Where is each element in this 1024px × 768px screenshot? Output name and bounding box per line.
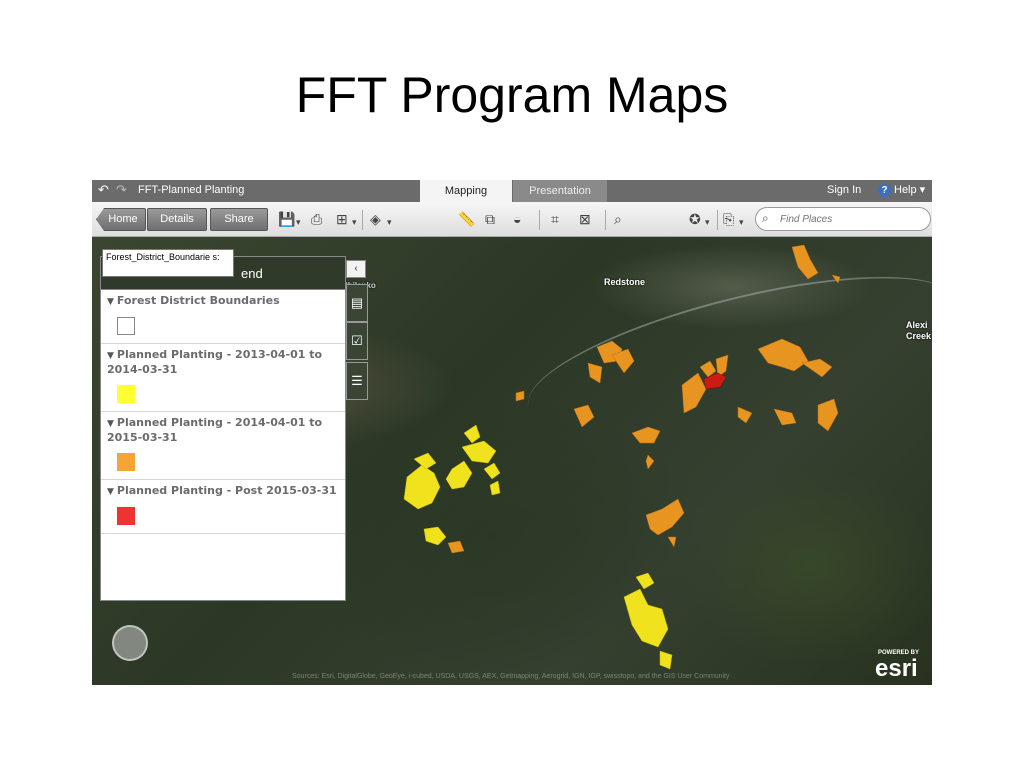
toolbar: Home Details Share 💾 ▾ ⎙ ⊞ ▾ ◈ ▾ 📏 ⧉ ◒ ⌗… (92, 202, 932, 237)
undo-icon[interactable]: ↶ (98, 182, 109, 198)
toolbar-divider (717, 210, 718, 230)
polygon-orange (773, 408, 797, 426)
speedometer-icon[interactable]: ◒ (513, 211, 521, 227)
tab-mapping[interactable]: Mapping (420, 180, 512, 202)
polygon-orange (573, 404, 595, 428)
add-layer-dropdown-icon[interactable]: ▾ (387, 214, 392, 230)
polygon-orange (515, 390, 525, 402)
legend-item-label: Planned Planting - 2013-04-01 to 2014-03… (107, 348, 323, 376)
help-label: Help (894, 184, 917, 196)
legend-swatch-boundaries (117, 317, 135, 335)
legend-item-label: Planned Planting - Post 2015-03-31 (116, 484, 337, 497)
polygon-yellow (483, 462, 501, 480)
polygon-yellow (461, 440, 497, 464)
polygon-orange (587, 362, 603, 384)
legend-section[interactable]: ▼ Planned Planting - 2013-04-01 to 2014-0… (101, 344, 345, 412)
polygon-orange (757, 338, 809, 372)
details-button[interactable]: Details (147, 208, 207, 231)
bookmark-dropdown-icon[interactable]: ▾ (739, 214, 744, 230)
toolbar-divider (539, 210, 540, 230)
legend-title: end (241, 266, 263, 281)
polygon-yellow (623, 588, 669, 648)
legend-swatch-2014 (117, 453, 135, 471)
save-dropdown-icon[interactable]: ▾ (296, 214, 301, 230)
polygon-yellow (489, 480, 501, 496)
polygon-orange (699, 360, 717, 378)
help-icon: ? (878, 184, 891, 197)
select-features-icon[interactable]: ⌗ (551, 211, 559, 227)
title-bar: ↶ ↷ FFT-Planned Planting Mapping Present… (92, 180, 932, 202)
legend-section[interactable]: ▼ Planned Planting - 2014-04-01 to 2015-0… (101, 412, 345, 480)
polygon-yellow (413, 452, 437, 470)
share-button[interactable]: Share (210, 208, 268, 231)
sign-in-link[interactable]: Sign In (827, 184, 861, 196)
polygon-yellow (659, 650, 673, 670)
map-attribution: Sources: Esri, DigitalGlobe, GeoEye, i-c… (292, 673, 730, 680)
polygon-orange (631, 426, 661, 444)
polygon-yellow (463, 424, 481, 444)
legend-item-label: Forest District Boundaries (116, 294, 280, 307)
clear-selection-icon[interactable]: ⊠ (579, 211, 591, 227)
polygon-yellow (423, 526, 447, 546)
print-icon[interactable]: ⎙ (311, 211, 322, 227)
location-dropdown-icon[interactable]: ▾ (705, 214, 710, 230)
about-panel-button[interactable]: ▤ (346, 284, 368, 322)
polygon-yellow (403, 464, 441, 510)
collapse-panel-button[interactable]: ‹ (346, 260, 366, 278)
esri-logo[interactable]: esri (875, 655, 918, 683)
polygon-orange (831, 274, 841, 284)
expand-arrow-icon[interactable]: ▼ (107, 297, 114, 307)
toolbar-divider (362, 210, 363, 230)
expand-arrow-icon[interactable]: ▼ (107, 419, 114, 429)
polygon-orange (645, 498, 685, 536)
polygon-orange (645, 454, 655, 470)
polygon-yellow (635, 572, 655, 590)
home-button[interactable]: Home (96, 208, 146, 231)
save-icon[interactable]: 💾 (278, 211, 295, 227)
polygon-orange (791, 244, 819, 280)
polygon-orange (681, 372, 707, 414)
find-places-search[interactable]: ⌕ (755, 207, 931, 231)
legend-swatch-post-2015 (117, 507, 135, 525)
legend-item-label: Planned Planting - 2014-04-01 to 2015-03… (107, 416, 323, 444)
search-icon: ⌕ (762, 211, 769, 225)
content-panel-button[interactable]: ☑ (346, 322, 368, 360)
slide-title: FFT Program Maps (295, 67, 729, 123)
map-title: FFT-Planned Planting (138, 184, 245, 196)
map-viewer-app: ↶ ↷ FFT-Planned Planting Mapping Present… (92, 180, 932, 685)
basemap-dropdown-icon[interactable]: ▾ (352, 214, 357, 230)
legend-section[interactable]: ▼ Forest District Boundaries (101, 290, 345, 344)
zoom-to-icon[interactable]: ⌕ (614, 211, 622, 227)
measure-icon[interactable]: 📏 (458, 211, 475, 227)
tab-presentation[interactable]: Presentation (513, 180, 607, 202)
polygon-orange (667, 536, 677, 548)
toolbar-divider (605, 210, 606, 230)
layer-tooltip: Forest_District_Boundarie s: (102, 249, 234, 277)
polygon-orange (817, 398, 839, 432)
expand-arrow-icon[interactable]: ▼ (107, 351, 114, 361)
redo-icon[interactable]: ↷ (116, 182, 127, 198)
overlay-icon[interactable]: ⧉ (485, 211, 495, 227)
help-menu[interactable]: ? Help ▾ (878, 183, 925, 197)
location-icon[interactable]: ✪ (689, 211, 701, 227)
bookmark-icon[interactable]: ⎘ (723, 211, 734, 227)
legend-panel-button[interactable]: ☰ (346, 362, 368, 400)
legend-section[interactable]: ▼ Planned Planting - Post 2015-03-31 (101, 480, 345, 534)
pan-control[interactable] (112, 625, 148, 661)
basemap-gallery-icon[interactable]: ⊞ (336, 211, 348, 227)
polygon-yellow (445, 460, 473, 490)
expand-arrow-icon[interactable]: ▼ (107, 487, 114, 497)
polygon-orange (447, 540, 465, 554)
legend-panel: ▼ Forest District Boundaries ▼ Planned Pla… (100, 289, 346, 601)
legend-swatch-2013 (117, 385, 135, 403)
polygon-orange (737, 406, 753, 424)
add-layer-icon[interactable]: ◈ (370, 211, 381, 227)
search-input[interactable] (778, 211, 922, 228)
